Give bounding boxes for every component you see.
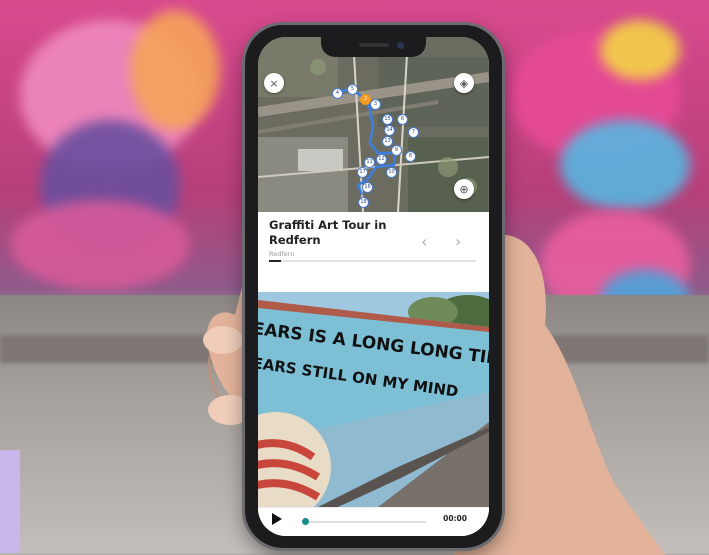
tour-title: Graffiti Art Tour in Redfern xyxy=(269,218,387,247)
tour-location: Redfern xyxy=(269,250,295,258)
previous-stop-button[interactable]: ‹ xyxy=(421,232,427,251)
tour-progress-bar xyxy=(269,260,476,262)
layers-icon: ◈ xyxy=(459,76,469,90)
audio-player: 00:00 xyxy=(258,507,489,536)
crosshair-icon: ⊕ xyxy=(459,182,469,196)
decorative-corner xyxy=(0,450,20,553)
close-map-button[interactable]: × xyxy=(264,73,284,93)
locate-me-button[interactable]: ⊕ xyxy=(454,179,474,199)
play-button[interactable] xyxy=(272,513,282,525)
tour-progress-fill xyxy=(269,260,282,262)
phone-screen: 4 5 2 3 15 6 14 7 13 9 12 11 8 10 17 16 … xyxy=(258,37,489,536)
close-icon: × xyxy=(269,76,279,90)
tour-info-card: Graffiti Art Tour in Redfern Redfern ‹ › xyxy=(258,212,489,292)
stop-photo: EARS IS A LONG LONG TIME EARS STILL ON M… xyxy=(258,292,489,507)
tour-map[interactable]: 4 5 2 3 15 6 14 7 13 9 12 11 8 10 17 16 … xyxy=(258,37,489,212)
phone: 4 5 2 3 15 6 14 7 13 9 12 11 8 10 17 16 … xyxy=(245,25,502,548)
playback-time: 00:00 xyxy=(443,514,467,523)
audio-scrubber[interactable] xyxy=(304,521,426,523)
map-layers-button[interactable]: ◈ xyxy=(454,73,474,93)
next-stop-button[interactable]: › xyxy=(455,232,461,251)
notch xyxy=(321,37,426,57)
scrubber-handle[interactable] xyxy=(302,518,309,525)
